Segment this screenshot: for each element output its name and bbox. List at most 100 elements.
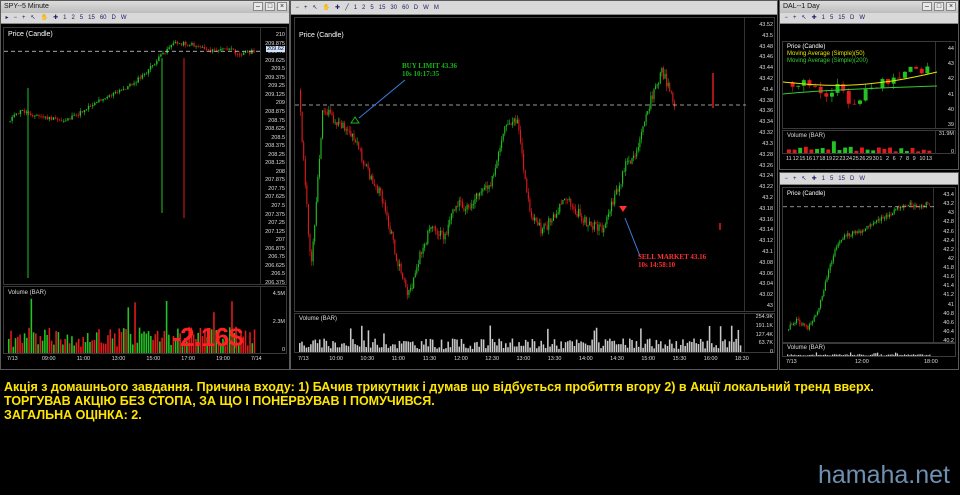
period-button[interactable]: 15	[836, 174, 848, 184]
axis-tick-label: 254.9K	[755, 314, 773, 320]
period-button[interactable]: 1	[819, 13, 827, 23]
candle-body	[801, 80, 806, 86]
volume-bar	[465, 347, 467, 352]
period-button[interactable]: D	[109, 13, 118, 23]
cursor-icon[interactable]: ↖	[28, 13, 38, 23]
time-tick-label: 7/13	[298, 356, 309, 362]
cursor-icon[interactable]: ↖	[799, 13, 809, 23]
minimize-icon[interactable]: –	[253, 2, 263, 11]
period-button[interactable]: 15	[86, 13, 98, 23]
volume-bar	[471, 348, 474, 352]
candle-body	[362, 160, 364, 165]
volume-bar	[122, 328, 125, 353]
period-button[interactable]: 2	[69, 13, 77, 23]
candle-body	[213, 49, 216, 51]
candle-body	[46, 116, 48, 120]
period-button[interactable]: 1	[61, 13, 69, 23]
zoom-out-icon[interactable]: −	[782, 174, 791, 184]
draw-line-icon[interactable]: ╱	[343, 3, 352, 13]
dal-daily-price-pane: Price (Candle) Moving Average (Simple)(5…	[782, 41, 956, 129]
period-button[interactable]: 5	[827, 174, 835, 184]
hand-icon[interactable]: ✋	[38, 13, 50, 23]
hand-icon[interactable]: ✋	[320, 3, 332, 13]
candle-body	[545, 224, 547, 226]
zoom-out-icon[interactable]: −	[11, 13, 20, 23]
period-button[interactable]: 5	[368, 3, 376, 13]
volume-bar	[37, 344, 39, 353]
time-tick-label: 25	[852, 156, 859, 162]
candle-body	[9, 120, 11, 122]
dal-daily-title-bar[interactable]: DAL--1 Day – □ ×	[780, 1, 958, 13]
period-button[interactable]: 5	[827, 13, 835, 23]
volume-bar	[392, 344, 394, 352]
candle-body	[240, 54, 243, 56]
spy-price-axis: 210 209.875 209.75 209.625 209.5 209.375 209.2…	[260, 28, 286, 286]
candle-body	[441, 230, 443, 233]
spy-title-bar[interactable]: SPY--5 Minute – □ ×	[1, 1, 289, 13]
crosshair-icon[interactable]: ✚	[809, 13, 819, 23]
candle-body	[538, 222, 540, 226]
period-button[interactable]: 1	[351, 3, 359, 13]
volume-bar	[633, 347, 636, 352]
period-button[interactable]: 15	[836, 13, 848, 23]
period-button[interactable]: D	[847, 13, 856, 23]
maximize-icon[interactable]: □	[934, 2, 944, 11]
volume-bar	[318, 339, 321, 352]
zoom-in-icon[interactable]: +	[791, 13, 800, 23]
period-button[interactable]: 15	[376, 3, 388, 13]
period-button[interactable]: W	[857, 13, 868, 23]
period-button[interactable]: 60	[400, 3, 412, 13]
zoom-out-icon[interactable]: −	[782, 13, 791, 23]
candle-body	[896, 207, 898, 210]
zoom-in-icon[interactable]: +	[302, 3, 311, 13]
zoom-in-icon[interactable]: +	[20, 13, 29, 23]
candle-body	[413, 277, 415, 289]
zoom-out-icon[interactable]: −	[293, 3, 302, 13]
crosshair-icon[interactable]: ✚	[51, 13, 61, 23]
volume-bar	[30, 298, 33, 353]
crosshair-icon[interactable]: ✚	[333, 3, 343, 13]
axis-tick-label: 207.125	[265, 228, 285, 235]
candle-body	[672, 92, 674, 103]
cursor-icon[interactable]: ↖	[799, 174, 809, 184]
candle-body	[573, 206, 575, 209]
axis-tick-label: 209.625	[265, 57, 285, 64]
spy-toolbar-button[interactable]: ▸	[3, 13, 11, 23]
period-button[interactable]: 30	[388, 3, 400, 13]
period-button[interactable]: M	[431, 3, 441, 13]
candle-body	[483, 187, 485, 190]
minimize-icon[interactable]: –	[922, 2, 932, 11]
close-icon[interactable]: ×	[277, 2, 287, 11]
period-button[interactable]: W	[421, 3, 432, 13]
candle-body	[491, 175, 493, 187]
candle-body	[501, 140, 503, 148]
volume-bar	[365, 347, 368, 352]
period-button[interactable]: 5	[77, 13, 85, 23]
candle-body	[892, 213, 894, 216]
cursor-icon[interactable]: ↖	[310, 3, 320, 13]
candle-body	[919, 68, 924, 74]
volume-bar	[132, 344, 134, 353]
period-button[interactable]: W	[118, 13, 129, 23]
candle-body	[75, 114, 77, 116]
period-button[interactable]: W	[857, 174, 868, 184]
volume-bar	[899, 148, 904, 153]
time-tick-label: 2	[886, 156, 890, 162]
volume-bar	[922, 354, 924, 356]
maximize-icon[interactable]: □	[265, 2, 275, 11]
time-tick-label: 30	[872, 156, 879, 162]
volume-bar	[23, 333, 26, 353]
period-button[interactable]: 1	[819, 174, 827, 184]
period-button[interactable]: D	[411, 3, 420, 13]
axis-tick-label: 43.28	[759, 151, 773, 158]
volume-bar	[10, 330, 12, 353]
zoom-in-icon[interactable]: +	[791, 174, 800, 184]
candle-body	[537, 221, 539, 226]
axis-tick-label: 206.875	[265, 245, 285, 252]
close-icon[interactable]: ×	[946, 2, 956, 11]
period-button[interactable]: 2	[360, 3, 368, 13]
crosshair-icon[interactable]: ✚	[809, 174, 819, 184]
axis-tick-label: 208.125	[265, 160, 285, 167]
period-button[interactable]: 60	[97, 13, 109, 23]
period-button[interactable]: D	[847, 174, 856, 184]
